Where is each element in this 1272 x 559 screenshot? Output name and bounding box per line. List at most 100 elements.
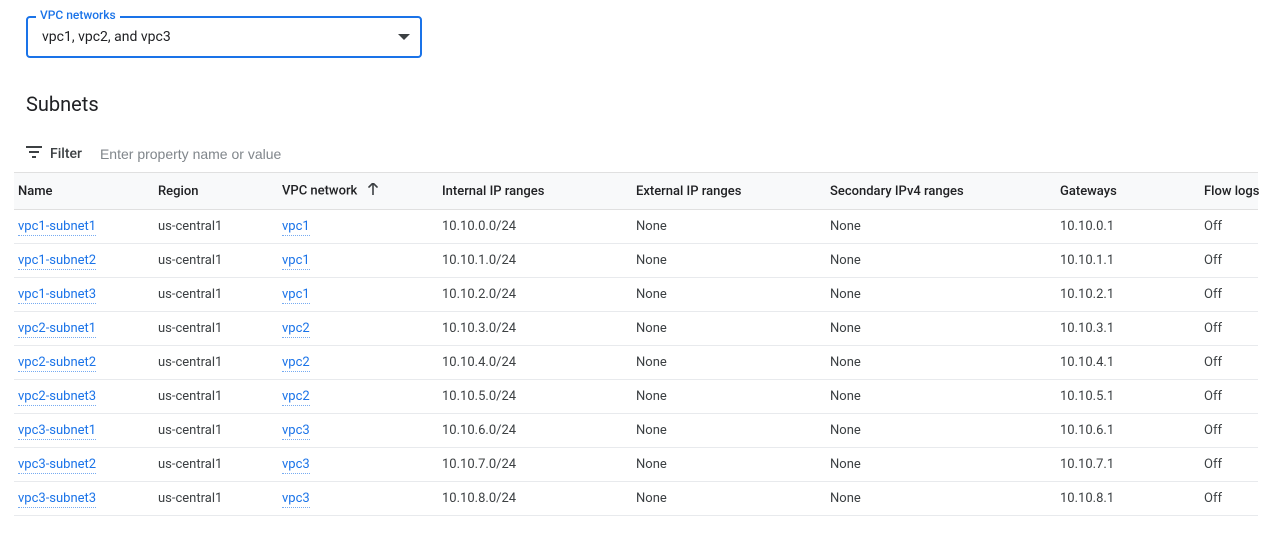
cell-flow-logs: Off: [1198, 414, 1258, 448]
cell-internal-ip: 10.10.1.0/24: [436, 244, 630, 278]
cell-name-link[interactable]: vpc1-subnet1: [18, 219, 96, 236]
cell-internal-ip: 10.10.4.0/24: [436, 346, 630, 380]
cell-vpc-link[interactable]: vpc1: [282, 287, 310, 304]
cell-vpc-link[interactable]: vpc1: [282, 253, 310, 270]
table-header-row: Name Region VPC network Internal IP rang…: [14, 173, 1258, 210]
cell-region: us-central1: [152, 482, 276, 516]
cell-gateway: 10.10.5.1: [1054, 380, 1198, 414]
cell-name-link[interactable]: vpc2-subnet3: [18, 389, 96, 406]
cell-internal-ip: 10.10.2.0/24: [436, 278, 630, 312]
cell-flow-logs: Off: [1198, 210, 1258, 244]
cell-vpc-link[interactable]: vpc2: [282, 321, 310, 338]
vpc-networks-dropdown-legend: VPC networks: [36, 8, 120, 22]
cell-name: vpc3-subnet2: [14, 448, 152, 482]
cell-external-ip: None: [630, 312, 824, 346]
cell-external-ip: None: [630, 244, 824, 278]
cell-external-ip: None: [630, 414, 824, 448]
cell-gateway: 10.10.3.1: [1054, 312, 1198, 346]
cell-region: us-central1: [152, 312, 276, 346]
cell-secondary-ip: None: [824, 244, 1054, 278]
cell-name-link[interactable]: vpc3-subnet1: [18, 423, 96, 440]
cell-vpc: vpc1: [276, 278, 436, 312]
cell-name-link[interactable]: vpc1-subnet2: [18, 253, 96, 270]
cell-vpc: vpc3: [276, 414, 436, 448]
cell-name-link[interactable]: vpc1-subnet3: [18, 287, 96, 304]
cell-secondary-ip: None: [824, 482, 1054, 516]
cell-vpc: vpc3: [276, 482, 436, 516]
cell-name-link[interactable]: vpc2-subnet2: [18, 355, 96, 372]
cell-vpc-link[interactable]: vpc3: [282, 457, 310, 474]
cell-name-link[interactable]: vpc2-subnet1: [18, 321, 96, 338]
col-header-flow-logs[interactable]: Flow logs: [1198, 173, 1258, 210]
cell-flow-logs: Off: [1198, 448, 1258, 482]
cell-flow-logs: Off: [1198, 244, 1258, 278]
cell-gateway: 10.10.7.1: [1054, 448, 1198, 482]
cell-internal-ip: 10.10.8.0/24: [436, 482, 630, 516]
table-row: vpc3-subnet1us-central1vpc310.10.6.0/24N…: [14, 414, 1258, 448]
cell-secondary-ip: None: [824, 210, 1054, 244]
cell-external-ip: None: [630, 278, 824, 312]
cell-external-ip: None: [630, 380, 824, 414]
cell-region: us-central1: [152, 414, 276, 448]
cell-gateway: 10.10.4.1: [1054, 346, 1198, 380]
cell-name: vpc1-subnet2: [14, 244, 152, 278]
cell-vpc-link[interactable]: vpc1: [282, 219, 310, 236]
cell-secondary-ip: None: [824, 414, 1054, 448]
cell-gateway: 10.10.1.1: [1054, 244, 1198, 278]
cell-gateway: 10.10.8.1: [1054, 482, 1198, 516]
cell-region: us-central1: [152, 448, 276, 482]
table-row: vpc1-subnet2us-central1vpc110.10.1.0/24N…: [14, 244, 1258, 278]
cell-name: vpc2-subnet2: [14, 346, 152, 380]
table-row: vpc3-subnet2us-central1vpc310.10.7.0/24N…: [14, 448, 1258, 482]
col-header-secondary-ip[interactable]: Secondary IPv4 ranges: [824, 173, 1054, 210]
cell-internal-ip: 10.10.6.0/24: [436, 414, 630, 448]
col-header-region[interactable]: Region: [152, 173, 276, 210]
cell-name-link[interactable]: vpc3-subnet3: [18, 491, 96, 508]
cell-vpc: vpc2: [276, 312, 436, 346]
cell-vpc: vpc3: [276, 448, 436, 482]
cell-vpc-link[interactable]: vpc3: [282, 423, 310, 440]
filter-bar: Filter: [14, 136, 1258, 173]
cell-external-ip: None: [630, 482, 824, 516]
cell-external-ip: None: [630, 448, 824, 482]
cell-vpc-link[interactable]: vpc3: [282, 491, 310, 508]
cell-external-ip: None: [630, 346, 824, 380]
cell-name: vpc2-subnet3: [14, 380, 152, 414]
cell-internal-ip: 10.10.3.0/24: [436, 312, 630, 346]
subnets-section-title: Subnets: [26, 92, 1258, 116]
cell-vpc: vpc1: [276, 244, 436, 278]
cell-region: us-central1: [152, 210, 276, 244]
subnets-table: Name Region VPC network Internal IP rang…: [14, 173, 1258, 516]
cell-flow-logs: Off: [1198, 380, 1258, 414]
cell-gateway: 10.10.2.1: [1054, 278, 1198, 312]
cell-secondary-ip: None: [824, 312, 1054, 346]
cell-secondary-ip: None: [824, 380, 1054, 414]
cell-secondary-ip: None: [824, 448, 1054, 482]
cell-name: vpc2-subnet1: [14, 312, 152, 346]
cell-name: vpc1-subnet3: [14, 278, 152, 312]
cell-vpc-link[interactable]: vpc2: [282, 389, 310, 406]
vpc-networks-dropdown[interactable]: VPC networks vpc1, vpc2, and vpc3: [26, 16, 422, 58]
filter-input[interactable]: [100, 142, 1258, 166]
cell-flow-logs: Off: [1198, 346, 1258, 380]
cell-gateway: 10.10.0.1: [1054, 210, 1198, 244]
col-header-vpc[interactable]: VPC network: [276, 173, 436, 210]
col-header-internal-ip[interactable]: Internal IP ranges: [436, 173, 630, 210]
cell-flow-logs: Off: [1198, 312, 1258, 346]
cell-vpc: vpc1: [276, 210, 436, 244]
cell-name: vpc3-subnet1: [14, 414, 152, 448]
col-header-external-ip[interactable]: External IP ranges: [630, 173, 824, 210]
cell-name-link[interactable]: vpc3-subnet2: [18, 457, 96, 474]
col-header-gateways[interactable]: Gateways: [1054, 173, 1198, 210]
cell-flow-logs: Off: [1198, 278, 1258, 312]
col-header-vpc-label: VPC network: [282, 183, 357, 198]
col-header-name[interactable]: Name: [14, 173, 152, 210]
sort-ascending-icon: [367, 184, 379, 199]
cell-vpc-link[interactable]: vpc2: [282, 355, 310, 372]
table-row: vpc2-subnet3us-central1vpc210.10.5.0/24N…: [14, 380, 1258, 414]
cell-internal-ip: 10.10.5.0/24: [436, 380, 630, 414]
cell-region: us-central1: [152, 278, 276, 312]
table-row: vpc3-subnet3us-central1vpc310.10.8.0/24N…: [14, 482, 1258, 516]
cell-vpc: vpc2: [276, 346, 436, 380]
table-row: vpc1-subnet1us-central1vpc110.10.0.0/24N…: [14, 210, 1258, 244]
